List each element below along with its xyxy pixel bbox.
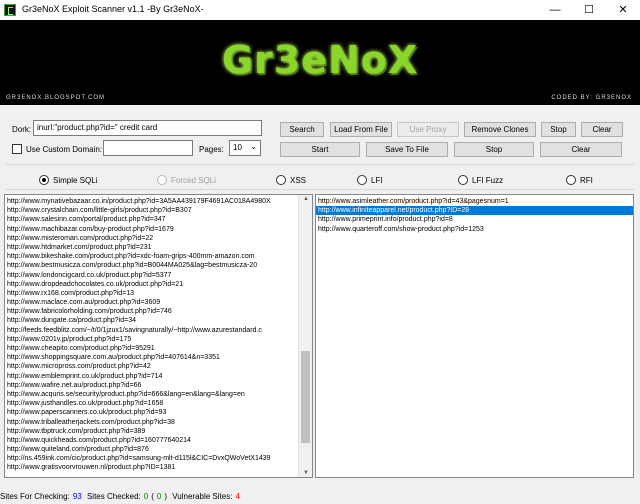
radio-lfi-label: LFI <box>371 176 383 185</box>
list-item[interactable]: http://www.paperscanners.co.uk/product.p… <box>5 408 299 417</box>
radio-xss-label: XSS <box>290 176 307 185</box>
list-item[interactable]: http://www.htdmarket.com/product.php?id=… <box>5 243 299 252</box>
divider <box>6 164 634 165</box>
list-item[interactable]: http://www.tbptruck.com/product.php?id=3… <box>5 427 299 436</box>
custom-domain-input[interactable] <box>103 140 193 156</box>
checked-open-paren: ( <box>151 492 154 501</box>
remove-clones-button[interactable]: Remove Clones <box>464 122 536 137</box>
vulnerable-list[interactable]: http://www.asimleather.com/product.php?i… <box>315 194 634 478</box>
dork-input[interactable]: inurl:"product.php?id=" credit card <box>33 120 262 136</box>
list-item[interactable]: http://www.cheapito.com/product.php?id=9… <box>5 344 299 353</box>
custom-domain-label: Use Custom Domain: <box>26 145 103 154</box>
list-item[interactable]: http://feeds.feedblitz.com/~/t/0/1jzux1/… <box>5 326 299 335</box>
coded-by: CODED BY: GR3ENOX <box>551 95 632 101</box>
list-item[interactable]: http://www.bestmusicza.com/product.php?i… <box>5 261 299 270</box>
vulnerable-label: Vulnerable Sites: <box>172 492 233 501</box>
list-item[interactable]: http://www.shoppingsquare.com.au/product… <box>5 353 299 362</box>
radio-lfi[interactable] <box>357 175 367 185</box>
list-item[interactable]: http://www.justhandles.co.uk/product.php… <box>5 399 299 408</box>
blog-url: GR3ENOX.BLOGSPOT.COM <box>6 95 106 101</box>
list-item[interactable]: http://www.emblemprint.co.uk/product.php… <box>5 372 299 381</box>
list-item[interactable]: http://www.wafire.net.au/product.php?id=… <box>5 381 299 390</box>
list-item[interactable]: http://www.crystalchain.com/little-girls… <box>5 206 299 215</box>
custom-domain-checkbox[interactable] <box>12 144 22 154</box>
banner: Gr3eNoX GR3ENOX.BLOGSPOT.COM CODED BY: G… <box>0 20 640 105</box>
list-item[interactable]: http://www.acquris.se/security/product.p… <box>5 390 299 399</box>
checked-close-paren: ) <box>164 492 168 501</box>
list-item[interactable]: http://www.misteroman.com/product.php?id… <box>5 234 299 243</box>
list-item[interactable]: http://www.triballeatherjackets.com/prod… <box>5 418 299 427</box>
logo: Gr3eNoX <box>221 38 419 82</box>
list-item[interactable]: http://www.infiniteapparel.net/product.p… <box>316 206 633 216</box>
list-item[interactable]: http://www.bikeshake.com/product.php?id=… <box>5 252 299 261</box>
radio-simple-sqli[interactable] <box>39 175 49 185</box>
radio-forced-sqli[interactable] <box>157 175 167 185</box>
list-item[interactable]: http://ns.459ink.com/cic/product.php?id=… <box>5 454 299 463</box>
checking-count: 93 <box>72 492 82 501</box>
title-bar: Gr3eNoX Exploit Scanner v1.1 -By Gr3eNoX… <box>0 0 640 20</box>
list-item[interactable]: http://www.dungate.ca/product.php?id=34 <box>5 316 299 325</box>
vulnerable-count: 4 <box>235 492 240 501</box>
list-item[interactable]: http://www.asimleather.com/product.php?i… <box>316 197 633 206</box>
list-item[interactable]: http://www.rx168.com/product.php?id=13 <box>5 289 299 298</box>
maximize-button[interactable]: ☐ <box>572 0 606 20</box>
load-from-file-button[interactable]: Load From File <box>330 122 392 137</box>
checking-label: Sites For Checking: <box>0 492 70 501</box>
pages-value: 10 <box>233 143 242 152</box>
radio-lfi-fuzz[interactable] <box>458 175 468 185</box>
sites-list[interactable]: http://www.mynativebazaar.co.in/product.… <box>4 194 313 478</box>
radio-lfi-fuzz-label: LFI Fuzz <box>472 176 504 185</box>
list-item[interactable]: http://www.micropross.com/product.php?id… <box>5 362 299 371</box>
list-item[interactable]: http://www.primeprint.info/product.php?i… <box>316 215 633 224</box>
clear-button[interactable]: Clear <box>540 142 622 157</box>
app-icon <box>4 4 16 16</box>
radio-forced-sqli-label: Forced SQLi <box>171 176 216 185</box>
list-item[interactable]: http://www.machibazar.com/buy-product.ph… <box>5 225 299 234</box>
list-item[interactable]: http://www.quickheads.com/product.php?id… <box>5 436 299 445</box>
window-title: Gr3eNoX Exploit Scanner v1.1 -By Gr3eNoX… <box>22 4 204 14</box>
pages-label: Pages: <box>199 145 224 154</box>
radio-simple-sqli-label: Simple SQLi <box>53 176 98 185</box>
radio-rfi-label: RFI <box>580 176 593 185</box>
divider <box>6 189 634 190</box>
start-button[interactable]: Start <box>280 142 360 157</box>
stop-button[interactable]: Stop <box>454 142 534 157</box>
list-item[interactable]: http://www.salesinn.com/portal/product.p… <box>5 215 299 224</box>
close-button[interactable]: ✕ <box>606 0 640 20</box>
scrollbar[interactable]: ▲ ▼ <box>298 195 312 477</box>
stop-search-button[interactable]: Stop <box>541 122 576 137</box>
list-item[interactable]: http://www.0201v.jp/product.php?id=175 <box>5 335 299 344</box>
scroll-down-icon[interactable]: ▼ <box>299 470 312 476</box>
dork-label: Dork: <box>12 125 32 134</box>
list-item[interactable]: http://www.dropdeadchocolates.co.uk/prod… <box>5 280 299 289</box>
checked-paren-count: 0 <box>156 492 162 501</box>
save-to-file-button[interactable]: Save To File <box>366 142 448 157</box>
pages-select[interactable]: 10 ⌄ <box>229 140 261 156</box>
list-item[interactable]: http://www.fabricolorholding.com/product… <box>5 307 299 316</box>
radio-rfi[interactable] <box>566 175 576 185</box>
list-item[interactable]: http://www.gratisvoorvrouwen.nl/product.… <box>5 463 299 472</box>
chevron-down-icon: ⌄ <box>250 142 257 151</box>
scrollbar-thumb[interactable] <box>301 351 310 443</box>
clear-search-button[interactable]: Clear <box>581 122 623 137</box>
radio-xss[interactable] <box>276 175 286 185</box>
scroll-up-icon[interactable]: ▲ <box>299 196 312 202</box>
use-proxy-button[interactable]: Use Proxy <box>397 122 459 137</box>
list-item[interactable]: http://www.londoncigcard.co.uk/product.p… <box>5 271 299 280</box>
status-bar: Sites For Checking: 93 Sites Checked: 0(0)… <box>0 490 640 504</box>
search-button[interactable]: Search <box>280 122 324 137</box>
list-item[interactable]: http://www.quiteland.com/product.php?id=… <box>5 445 299 454</box>
list-item[interactable]: http://www.maclace.com.au/product.php?id… <box>5 298 299 307</box>
list-item[interactable]: http://www.mynativebazaar.co.in/product.… <box>5 197 299 206</box>
checked-label: Sites Checked: <box>86 492 141 501</box>
checked-count: 0 <box>143 492 149 501</box>
list-item[interactable]: http://www.quarteroff.com/show-product.p… <box>316 225 633 234</box>
minimize-button[interactable]: — <box>538 0 572 20</box>
